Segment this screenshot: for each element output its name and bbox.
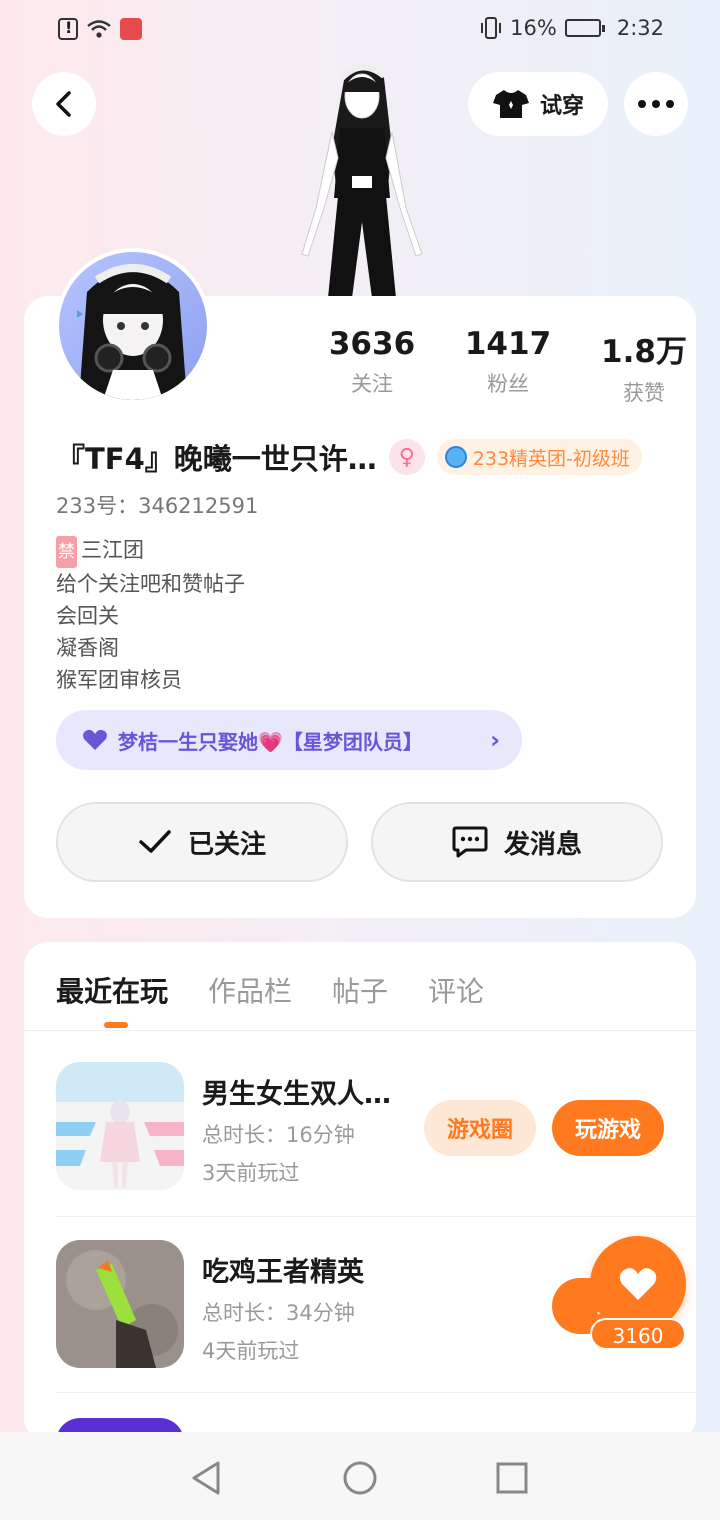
game-meta: 总时长：34分钟 4天前玩过 <box>202 1294 355 1370</box>
more-icon <box>638 100 674 108</box>
avatar-character-figure[interactable] <box>292 58 432 298</box>
back-button[interactable] <box>32 72 96 136</box>
tab-works[interactable]: 作品栏 <box>208 970 292 1010</box>
stat-likes[interactable]: 1.8万 获赞 <box>576 326 712 407</box>
avatar[interactable] <box>55 248 211 404</box>
game-last-played: 3天前玩过 <box>202 1161 300 1185</box>
nav-home-icon[interactable] <box>342 1460 378 1496</box>
avatar-image <box>77 264 187 400</box>
user-name: 『TF4』晚曦一世只许… <box>56 442 377 476</box>
game-circle-button[interactable]: 游戏圈 <box>424 1100 536 1156</box>
stat-following[interactable]: 3636 关注 <box>304 326 440 407</box>
stat-label: 粉丝 <box>487 372 529 396</box>
huawei-app-icon <box>120 18 142 40</box>
back-arrow-icon <box>56 91 71 117</box>
tab-comments[interactable]: 评论 <box>428 970 484 1010</box>
tab-posts[interactable]: 帖子 <box>332 970 388 1010</box>
system-nav-bar <box>0 1432 720 1520</box>
tab-recent-play[interactable]: 最近在玩 <box>56 970 168 1010</box>
bio-line: 给个关注吧和赞帖子 <box>56 572 245 596</box>
heart-icon <box>619 1268 657 1300</box>
bio-line: 猴军团审核员 <box>56 668 182 692</box>
content-card: 最近在玩 作品栏 帖子 评论 男生女生双人… 总时长：16分钟 3天前玩过 游戏… <box>24 942 696 1442</box>
stat-label: 关注 <box>351 372 393 396</box>
game-thumbnail[interactable] <box>56 1240 184 1368</box>
game-title: 男生女生双人… <box>202 1079 391 1110</box>
game-duration: 总时长：16分钟 <box>202 1123 355 1147</box>
chat-bubble-icon <box>452 826 488 858</box>
game-meta: 总时长：16分钟 3天前玩过 <box>202 1116 355 1192</box>
game-thumbnail[interactable] <box>56 1062 184 1190</box>
female-gender-icon: ♀ <box>388 439 425 475</box>
stat-value: 1417 <box>464 326 552 362</box>
profile-stats: 3636 关注 1417 粉丝 1.8万 获赞 <box>304 326 712 407</box>
clock: 2:32 <box>616 16 664 40</box>
follow-button[interactable]: 已关注 <box>56 802 348 882</box>
group-label: 梦桔一生只娶她💗【星梦团队员】 <box>118 729 423 754</box>
user-id: 233号：346212591 <box>56 490 258 520</box>
like-count: 3160 <box>590 1318 686 1350</box>
rank-badge[interactable]: 233精英团-初级班 <box>436 439 642 475</box>
try-on-label: 试穿 <box>539 94 584 119</box>
game-title: 吃鸡王者精英 <box>202 1257 364 1288</box>
more-button[interactable] <box>624 72 688 136</box>
game-thumbnail-image <box>56 1240 184 1368</box>
bio-line: 三江团 <box>81 538 144 562</box>
divider <box>24 1030 696 1031</box>
battery-percent: 16% <box>510 16 557 40</box>
stat-value: 1.8万 <box>601 334 687 370</box>
stat-value: 3636 <box>328 326 416 362</box>
row-divider <box>56 1392 696 1393</box>
heart-icon <box>83 729 107 750</box>
try-on-button[interactable]: 试穿 <box>468 72 608 136</box>
game-last-played: 4天前玩过 <box>202 1339 300 1363</box>
bio-line: 凝香阁 <box>56 636 119 660</box>
user-bio: 禁三江团 给个关注吧和赞帖子 会回关 凝香阁 猴军团审核员 <box>56 534 245 696</box>
ban-tag: 禁 <box>56 536 77 568</box>
game-row[interactable]: 男生女生双人… 总时长：16分钟 3天前玩过 游戏圈 玩游戏 <box>56 1062 696 1238</box>
group-link[interactable]: 梦桔一生只娶她💗【星梦团队员】 › <box>56 710 522 770</box>
status-bar: 16% 2:32 <box>0 0 720 62</box>
row-divider <box>56 1216 696 1217</box>
tab-indicator <box>104 1022 128 1028</box>
check-icon <box>139 830 171 853</box>
game-thumbnail-image <box>56 1062 184 1190</box>
battery-icon <box>564 19 605 37</box>
tshirt-icon <box>492 90 529 118</box>
name-row: 『TF4』晚曦一世只许… ♀ 233精英团-初级班 <box>56 436 642 478</box>
follow-label: 已关注 <box>187 829 266 860</box>
bio-line: 会回关 <box>56 604 119 628</box>
play-game-button[interactable]: 玩游戏 <box>552 1100 664 1156</box>
alert-icon <box>58 18 78 40</box>
vibrate-icon <box>481 17 502 39</box>
tab-bar: 最近在玩 作品栏 帖子 评论 <box>56 970 484 1010</box>
stat-label: 获赞 <box>623 381 665 405</box>
rank-badge-icon <box>444 446 467 468</box>
user-id-value: 346212591 <box>138 494 259 518</box>
message-label: 发消息 <box>503 829 582 860</box>
nav-recents-icon[interactable] <box>494 1460 530 1496</box>
stat-fans[interactable]: 1417 粉丝 <box>440 326 576 407</box>
rank-badge-label: 233精英团-初级班 <box>472 447 630 470</box>
user-id-label: 233号： <box>56 494 139 518</box>
message-button[interactable]: 发消息 <box>371 802 663 882</box>
wifi-icon <box>87 20 111 38</box>
chevron-right-icon: › <box>490 726 500 754</box>
nav-back-icon[interactable] <box>188 1460 224 1496</box>
game-duration: 总时长：34分钟 <box>202 1301 355 1325</box>
